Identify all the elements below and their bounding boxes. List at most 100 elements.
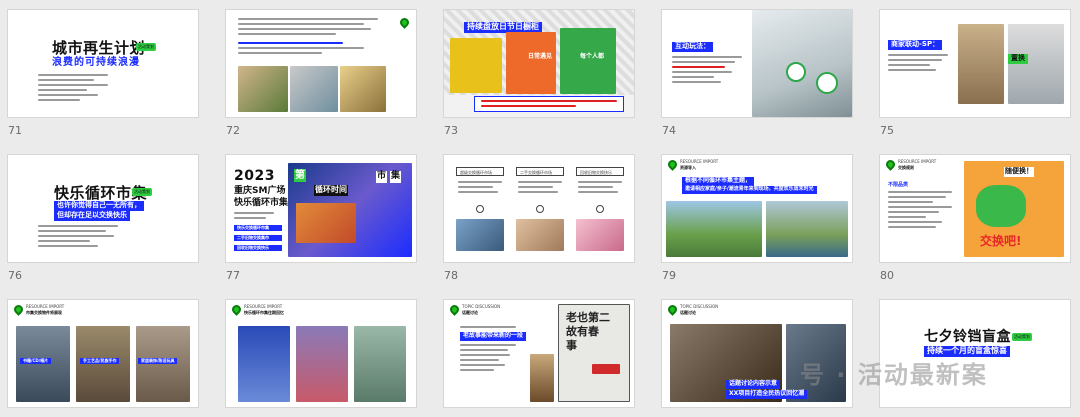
book-title-line: 故有春: [566, 325, 599, 338]
slide-number: 73: [444, 124, 458, 137]
slide-subtitle: 浪费的可持续浪漫: [52, 57, 140, 68]
location-pin-icon: [666, 303, 679, 316]
column-header: 二手交换循环市场: [516, 167, 564, 176]
slide-thumbnail[interactable]: RESOURCE IMPORT 交换规则 不限品类 随便换！ 交换吧!: [880, 155, 1070, 262]
arrow-down-icon: [596, 205, 604, 213]
slide-heading: 商家联动-SP：: [888, 40, 943, 50]
photo: [1008, 24, 1064, 104]
slide-number: 74: [662, 124, 676, 137]
book-title-line: 老也第二: [566, 311, 610, 324]
slide-number: 75: [880, 124, 894, 137]
photo: [530, 354, 554, 402]
photo: [516, 219, 564, 251]
slide-thumbnail[interactable]: 七夕铃铛盲盒 活动策划 持续一个月的盲盒惊喜: [880, 300, 1070, 407]
slide-text-line: 邀请相应家庭/亲子/潮流青年来到现场，共度欢乐周末时光: [682, 186, 817, 194]
photo-label: 书籍/CD/唱片: [20, 358, 52, 365]
photo: [296, 326, 348, 402]
slide-year: 2023: [234, 168, 275, 184]
circle-logo-icon: [816, 72, 838, 94]
slide-thumbnail[interactable]: RESOURCE IMPORT 快乐循环市集往期回忆: [226, 300, 416, 407]
slide-title-line: 重庆SM广场: [234, 186, 286, 196]
photo: [238, 66, 288, 112]
slide-thumbnail[interactable]: 互动玩法：: [662, 10, 852, 117]
photo: [340, 66, 386, 112]
blue-button: 回收旧物交换快乐: [234, 245, 282, 252]
body-text: [234, 212, 274, 222]
slide-number: 72: [226, 124, 240, 137]
book-label: [592, 364, 620, 374]
slide-subtitle-line: 也许你觉得自己一无所有，: [54, 201, 144, 211]
slide-tag: 活动策划: [1012, 333, 1032, 341]
poster-text: 第: [294, 169, 306, 182]
locker-yellow: [450, 38, 502, 93]
slide-number: 79: [662, 269, 676, 282]
slide-number: 78: [444, 269, 458, 282]
section-tag: RESOURCE IMPORT: [898, 159, 937, 164]
location-pin-icon: [398, 16, 411, 29]
section-heading: 快乐循环市集往期回忆: [244, 310, 284, 315]
body-text: [888, 54, 948, 74]
location-pin-icon: [666, 158, 679, 171]
watermark-text: 号 · 活动最新案: [800, 361, 988, 389]
slide-thumbnail[interactable]: [226, 10, 416, 117]
slide-title: 城市再生计划: [52, 39, 146, 57]
photo: [354, 326, 406, 402]
arrow-down-icon: [476, 205, 484, 213]
slide-thumbnail[interactable]: RESOURCE IMPORT 资源导入 根据不同循环市集主题， 邀请相应家庭/…: [662, 155, 852, 262]
photo: [576, 219, 624, 251]
slide-thumbnail[interactable]: 快乐循环市集 活动策划 也许你觉得自己一无所有， 但却存在足以交换快乐: [8, 155, 198, 262]
poster-text: 集: [390, 171, 402, 183]
photo-label: 置换: [1008, 54, 1028, 64]
column-header: 超级交换循环市场: [456, 167, 504, 176]
poster-text: 循环时间: [314, 185, 348, 196]
slide-text-line: 根据不同循环市集主题，: [682, 177, 755, 186]
location-pin-icon: [12, 303, 25, 316]
slide-title: 七夕铃铛盲盒: [924, 329, 1011, 345]
slide-thumbnail[interactable]: TOPIC DISCUSSION 话题讨论 老故事能带来新的一段 老也第二 故有…: [444, 300, 634, 407]
slide-thumbnail[interactable]: TOPIC DISCUSSION 话题讨论 话题讨论内容示意 XX项目打造全民热…: [662, 300, 852, 407]
body-text: [578, 181, 622, 196]
section-tag: RESOURCE IMPORT: [26, 304, 65, 309]
location-pin-icon: [448, 303, 461, 316]
slide-tag: 活动策划: [132, 188, 152, 196]
arrow-down-icon: [536, 205, 544, 213]
column-header: 回收旧物交换快乐: [576, 167, 624, 176]
slide-thumbnail[interactable]: 2023 重庆SM广场 快乐循环市集 快乐交换循环市集 二手旧物交换集市 回收旧…: [226, 155, 416, 262]
section-heading: 交换规则: [898, 165, 914, 170]
slide-thumbnail[interactable]: 商家联动-SP： 置换: [880, 10, 1070, 117]
slide-thumbnail[interactable]: 超级交换循环市场 二手交换循环市场 回收旧物交换快乐: [444, 155, 634, 262]
body-text: [238, 42, 378, 57]
highlight-text: 老故事能带来新的一段: [460, 332, 527, 341]
section-tag: TOPIC DISCUSSION: [680, 304, 719, 309]
location-pin-icon: [884, 158, 897, 171]
body-text: [38, 74, 108, 104]
section-heading: 资源导入: [680, 165, 696, 170]
photo: [238, 326, 290, 402]
photo: [666, 201, 762, 257]
blue-button: 快乐交换循环市集: [234, 225, 282, 232]
slide-number: 71: [8, 124, 22, 137]
body-text: [458, 181, 502, 196]
slide-subtitle-line: 但却存在足以交换快乐: [54, 211, 130, 221]
slide-thumbnail[interactable]: RESOURCE IMPORT 市集交换物件将展现 书籍/CD/唱片 手工艺品/…: [8, 300, 198, 407]
photo-label: 手工艺品/民族手作: [80, 358, 120, 365]
locker-orange: [506, 32, 556, 94]
photo: [766, 201, 848, 257]
photo: [958, 24, 1004, 104]
body-text: [518, 181, 562, 196]
blue-button: 二手旧物交换集市: [234, 235, 282, 242]
poster-text: 随便换！: [1004, 167, 1034, 177]
photo-label: 每个人都: [580, 53, 605, 60]
slide-heading: 互动玩法：: [672, 42, 713, 52]
poster-text: 市: [376, 171, 388, 183]
slide-thumbnail[interactable]: 持续盘放日节日橱柜 日常遇见 每个人都: [444, 10, 634, 117]
rule-subheading: 不限品类: [888, 182, 909, 188]
body-text: [888, 191, 952, 231]
slide-tag: 活动策划: [136, 43, 156, 51]
slide-thumbnail[interactable]: 城市再生计划 活动策划 浪费的可持续浪漫: [8, 10, 198, 117]
cartoon-figure: [976, 185, 1026, 227]
photo: [456, 219, 504, 251]
body-text: [460, 344, 516, 374]
poster-text: 交换吧!: [980, 234, 1022, 248]
section-tag: RESOURCE IMPORT: [680, 159, 719, 164]
